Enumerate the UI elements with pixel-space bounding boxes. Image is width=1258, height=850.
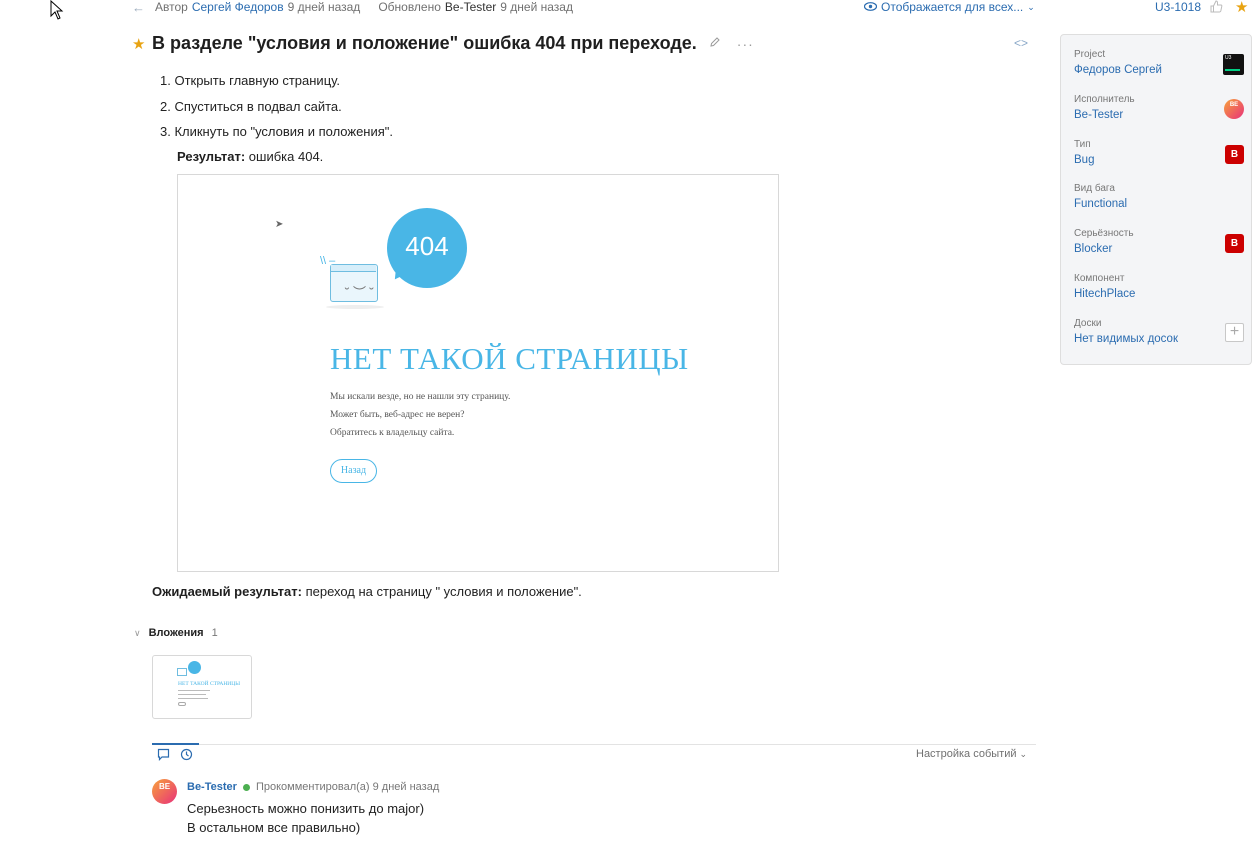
expected-label: Ожидаемый результат: bbox=[152, 584, 302, 599]
visibility-label: Отображается для всех... bbox=[881, 0, 1024, 14]
author-link[interactable]: Сергей Федоров bbox=[192, 0, 284, 14]
thumbs-up-icon[interactable] bbox=[1210, 0, 1224, 14]
project-logo-icon: U3 bbox=[1223, 54, 1244, 75]
error-code: 404 bbox=[405, 231, 449, 261]
field-component[interactable]: Компонент HitechPlace bbox=[1074, 273, 1244, 300]
updated-prefix: Обновлено bbox=[378, 0, 441, 14]
browser-window-icon: ˘ ︶ ˘ bbox=[330, 264, 378, 302]
field-label: Серьёзность bbox=[1074, 228, 1134, 239]
comment-header: Be-Tester Прокомментировал(а) 9 дней наз… bbox=[187, 781, 439, 793]
comment-body: Серьезность можно понизить до major) В о… bbox=[187, 799, 424, 837]
attachment-thumbnail[interactable]: НЕТ ТАКОЙ СТРАНИЦЫ bbox=[152, 655, 252, 719]
message-line: Обратитесь к владельцу сайта. bbox=[330, 428, 455, 438]
message-line: Мы искали везде, но не нашли эту страниц… bbox=[330, 392, 511, 402]
chevron-down-icon: ∨ bbox=[134, 627, 141, 638]
thumbnail-caption: НЕТ ТАКОЙ СТРАНИЦЫ bbox=[178, 681, 241, 687]
event-settings-dropdown[interactable]: Настройка событий ⌄ bbox=[916, 748, 1027, 760]
avatar[interactable]: BE bbox=[152, 779, 177, 804]
field-value[interactable]: Нет видимых досок bbox=[1074, 333, 1244, 345]
more-icon[interactable]: ··· bbox=[737, 36, 754, 52]
comment-line: В остальном все правильно) bbox=[187, 820, 361, 835]
cursor-icon: ➤ bbox=[275, 219, 284, 230]
list-item: 2. Спуститься в подвал сайта. bbox=[160, 98, 342, 114]
star-icon[interactable]: ★ bbox=[132, 35, 146, 53]
event-settings-label: Настройка событий bbox=[916, 748, 1017, 760]
severity-badge: B bbox=[1225, 234, 1244, 253]
icon-shadow bbox=[326, 305, 384, 309]
field-label: Project bbox=[1074, 49, 1106, 60]
result-text: ошибка 404. bbox=[245, 149, 324, 164]
back-button: Назад bbox=[330, 459, 377, 483]
field-boards[interactable]: Доски Нет видимых досок + bbox=[1074, 318, 1244, 345]
avatar-initials: BE bbox=[1229, 102, 1239, 108]
type-badge: B bbox=[1225, 145, 1244, 164]
steps-list: 1. Открыть главную страницу. 2. Спустить… bbox=[160, 72, 393, 149]
code-view-icon[interactable]: <> bbox=[1014, 36, 1028, 50]
add-icon[interactable]: + bbox=[1225, 323, 1244, 342]
updated-time: 9 дней назад bbox=[500, 0, 573, 14]
field-severity[interactable]: Серьёзность Blocker B bbox=[1074, 228, 1244, 255]
field-value[interactable]: Blocker bbox=[1074, 243, 1244, 255]
issue-id[interactable]: U3-1018 bbox=[1155, 0, 1201, 14]
result-label: Результат: bbox=[177, 149, 246, 164]
issue-title-row: ★ В разделе "условия и положение" ошибка… bbox=[132, 33, 754, 54]
author-time: 9 дней назад bbox=[287, 0, 361, 14]
history-tab-icon[interactable] bbox=[180, 748, 193, 764]
online-status-icon bbox=[242, 783, 250, 791]
not-found-heading: НЕТ ТАКОЙ СТРАНИЦЫ bbox=[330, 341, 689, 376]
visibility-dropdown[interactable]: Отображается для всех... ⌄ bbox=[863, 0, 1035, 14]
field-bug-kind[interactable]: Вид бага Functional bbox=[1074, 183, 1244, 210]
pencil-icon[interactable] bbox=[709, 36, 721, 51]
project-badge: U3 bbox=[1225, 55, 1232, 61]
attachments-count: 1 bbox=[211, 627, 218, 639]
updater-link[interactable]: Be-Tester bbox=[445, 0, 496, 14]
tabs-divider bbox=[152, 744, 1036, 745]
avatar: BE bbox=[1224, 99, 1244, 119]
field-label: Тип bbox=[1074, 139, 1091, 150]
list-item: 1. Открыть главную страницу. bbox=[160, 73, 340, 88]
attachments-toggle[interactable]: ∨ Вложения 1 bbox=[134, 627, 218, 639]
issue-title: В разделе "условия и положение" ошибка 4… bbox=[152, 33, 697, 53]
comment-line: Серьезность можно понизить до major) bbox=[187, 801, 425, 816]
field-type[interactable]: Тип Bug B bbox=[1074, 139, 1244, 166]
comment-action: Прокомментировал(а) 9 дней назад bbox=[255, 781, 440, 793]
eye-icon bbox=[863, 0, 878, 14]
comments-tab-icon[interactable] bbox=[157, 748, 170, 764]
embedded-screenshot[interactable]: ➤ 404 \\ – ˘ ︶ ˘ НЕТ ТАКОЙ СТРАНИЦЫ Мы и… bbox=[177, 174, 779, 572]
result-line: Результат: ошибка 404. bbox=[177, 149, 323, 164]
field-value[interactable]: Be-Tester bbox=[1074, 109, 1244, 121]
author-prefix: Автор bbox=[155, 0, 188, 14]
field-assignee[interactable]: Исполнитель Be-Tester BE bbox=[1074, 94, 1244, 121]
mouse-cursor-icon bbox=[50, 0, 64, 25]
field-label: Доски bbox=[1074, 318, 1102, 329]
field-value[interactable]: Федоров Сергей bbox=[1074, 64, 1244, 76]
issue-meta: ← Автор Сергей Федоров 9 дней назад Обно… bbox=[132, 0, 573, 15]
field-value[interactable]: Bug bbox=[1074, 154, 1244, 166]
expected-text: переход на страницу " условия и положени… bbox=[301, 584, 582, 599]
field-value[interactable]: Functional bbox=[1074, 198, 1244, 210]
field-label: Компонент bbox=[1074, 273, 1125, 284]
chevron-down-icon: ⌄ bbox=[1019, 749, 1028, 759]
field-label: Вид бага bbox=[1074, 183, 1115, 194]
comment-author[interactable]: Be-Tester bbox=[187, 781, 237, 793]
field-value[interactable]: HitechPlace bbox=[1074, 288, 1244, 300]
list-item: 3. Кликнуть по "условия и положения". bbox=[160, 124, 394, 139]
field-label: Исполнитель bbox=[1074, 94, 1135, 105]
field-project[interactable]: Project Федоров Сергей U3 bbox=[1074, 49, 1244, 76]
expected-result: Ожидаемый результат: переход на страницу… bbox=[152, 584, 582, 599]
avatar-initials: BE bbox=[158, 782, 171, 791]
chevron-down-icon: ⌄ bbox=[1027, 1, 1035, 12]
issue-fields-panel: Project Федоров Сергей U3 Исполнитель Be… bbox=[1060, 34, 1252, 365]
star-icon[interactable]: ★ bbox=[1235, 0, 1248, 16]
message-line: Может быть, веб-адрес не верен? bbox=[330, 410, 465, 420]
tab-active-indicator bbox=[152, 743, 199, 745]
back-arrow-icon[interactable]: ← bbox=[132, 0, 145, 15]
attachments-label: Вложения bbox=[148, 627, 204, 639]
